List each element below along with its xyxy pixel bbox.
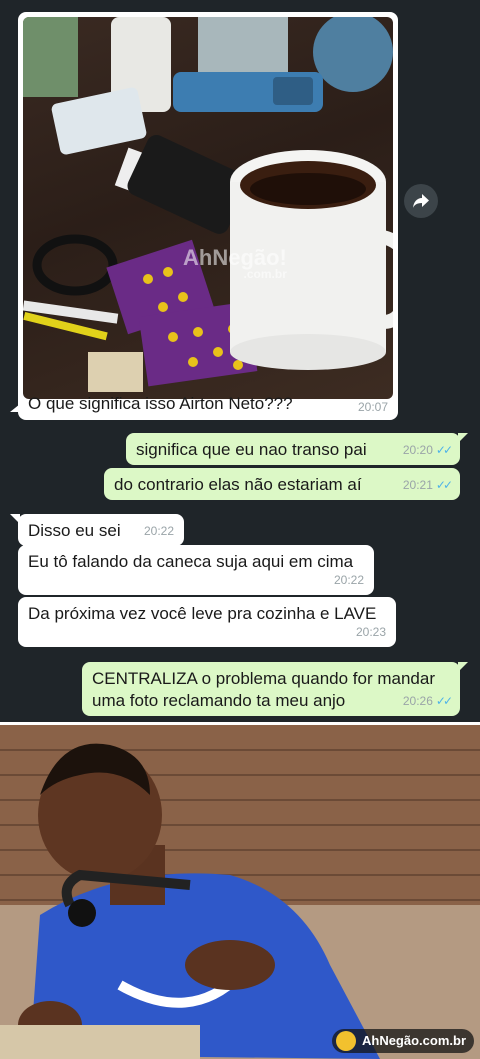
incoming-message[interactable]: Da próxima vez você leve pra cozinha e L… [18,597,396,647]
message-time: 20:20 ✓✓ [402,443,453,457]
message-text: significa que eu nao transo pai [136,440,367,459]
message-text: Eu tô falando da caneca suja aqui em cim… [28,552,354,571]
forward-icon [413,194,429,208]
message-text: O que significa isso Airton Neto??? [28,394,293,413]
outgoing-message[interactable]: CENTRALIZA o problema quando for mandar … [82,662,468,716]
message-time: 20:07 [357,400,388,414]
read-ticks-icon: ✓✓ [435,478,453,492]
message-text-line-1: CENTRALIZA o problema quando for mandar [92,669,436,688]
incoming-message[interactable]: Eu tô falando da caneca suja aqui em cim… [18,545,374,595]
read-ticks-icon: ✓✓ [435,443,453,457]
message-text: Da próxima vez você leve pra cozinha e L… [28,604,377,623]
message-time: 20:26 ✓✓ [402,694,453,708]
message-text-line-2: uma foto reclamando ta meu anjo [92,691,346,710]
incoming-message[interactable]: Disso eu sei 20:22 [10,514,184,546]
brand-watermark: AhNegão.com.br [331,1029,474,1053]
message-time: 20:21 ✓✓ [402,478,453,492]
reaction-illustration [0,725,480,1059]
message-photo[interactable]: AhNegão! .com.br [23,17,393,399]
photo-watermark: AhNegão! .com.br [183,245,287,281]
chat-area: AhNegão! .com.br O que significa isso Ai… [0,0,480,722]
outgoing-message[interactable]: significa que eu nao transo pai 20:20 ✓✓ [126,433,468,465]
read-ticks-icon: ✓✓ [435,694,453,708]
message-text: Disso eu sei [28,521,121,540]
brand-logo-icon [335,1031,356,1051]
forward-button[interactable] [404,184,438,218]
image-message[interactable]: AhNegão! .com.br O que significa isso Ai… [10,12,398,420]
photo-illustration [23,17,393,392]
message-time: 20:22 [333,573,364,587]
message-text: do contrario elas não estariam aí [114,475,362,494]
message-time: 20:23 [355,625,386,639]
reaction-image: AhNegão.com.br [0,725,480,1059]
message-time: 20:22 [143,524,174,538]
outgoing-message[interactable]: do contrario elas não estariam aí 20:21 ✓… [104,468,460,500]
